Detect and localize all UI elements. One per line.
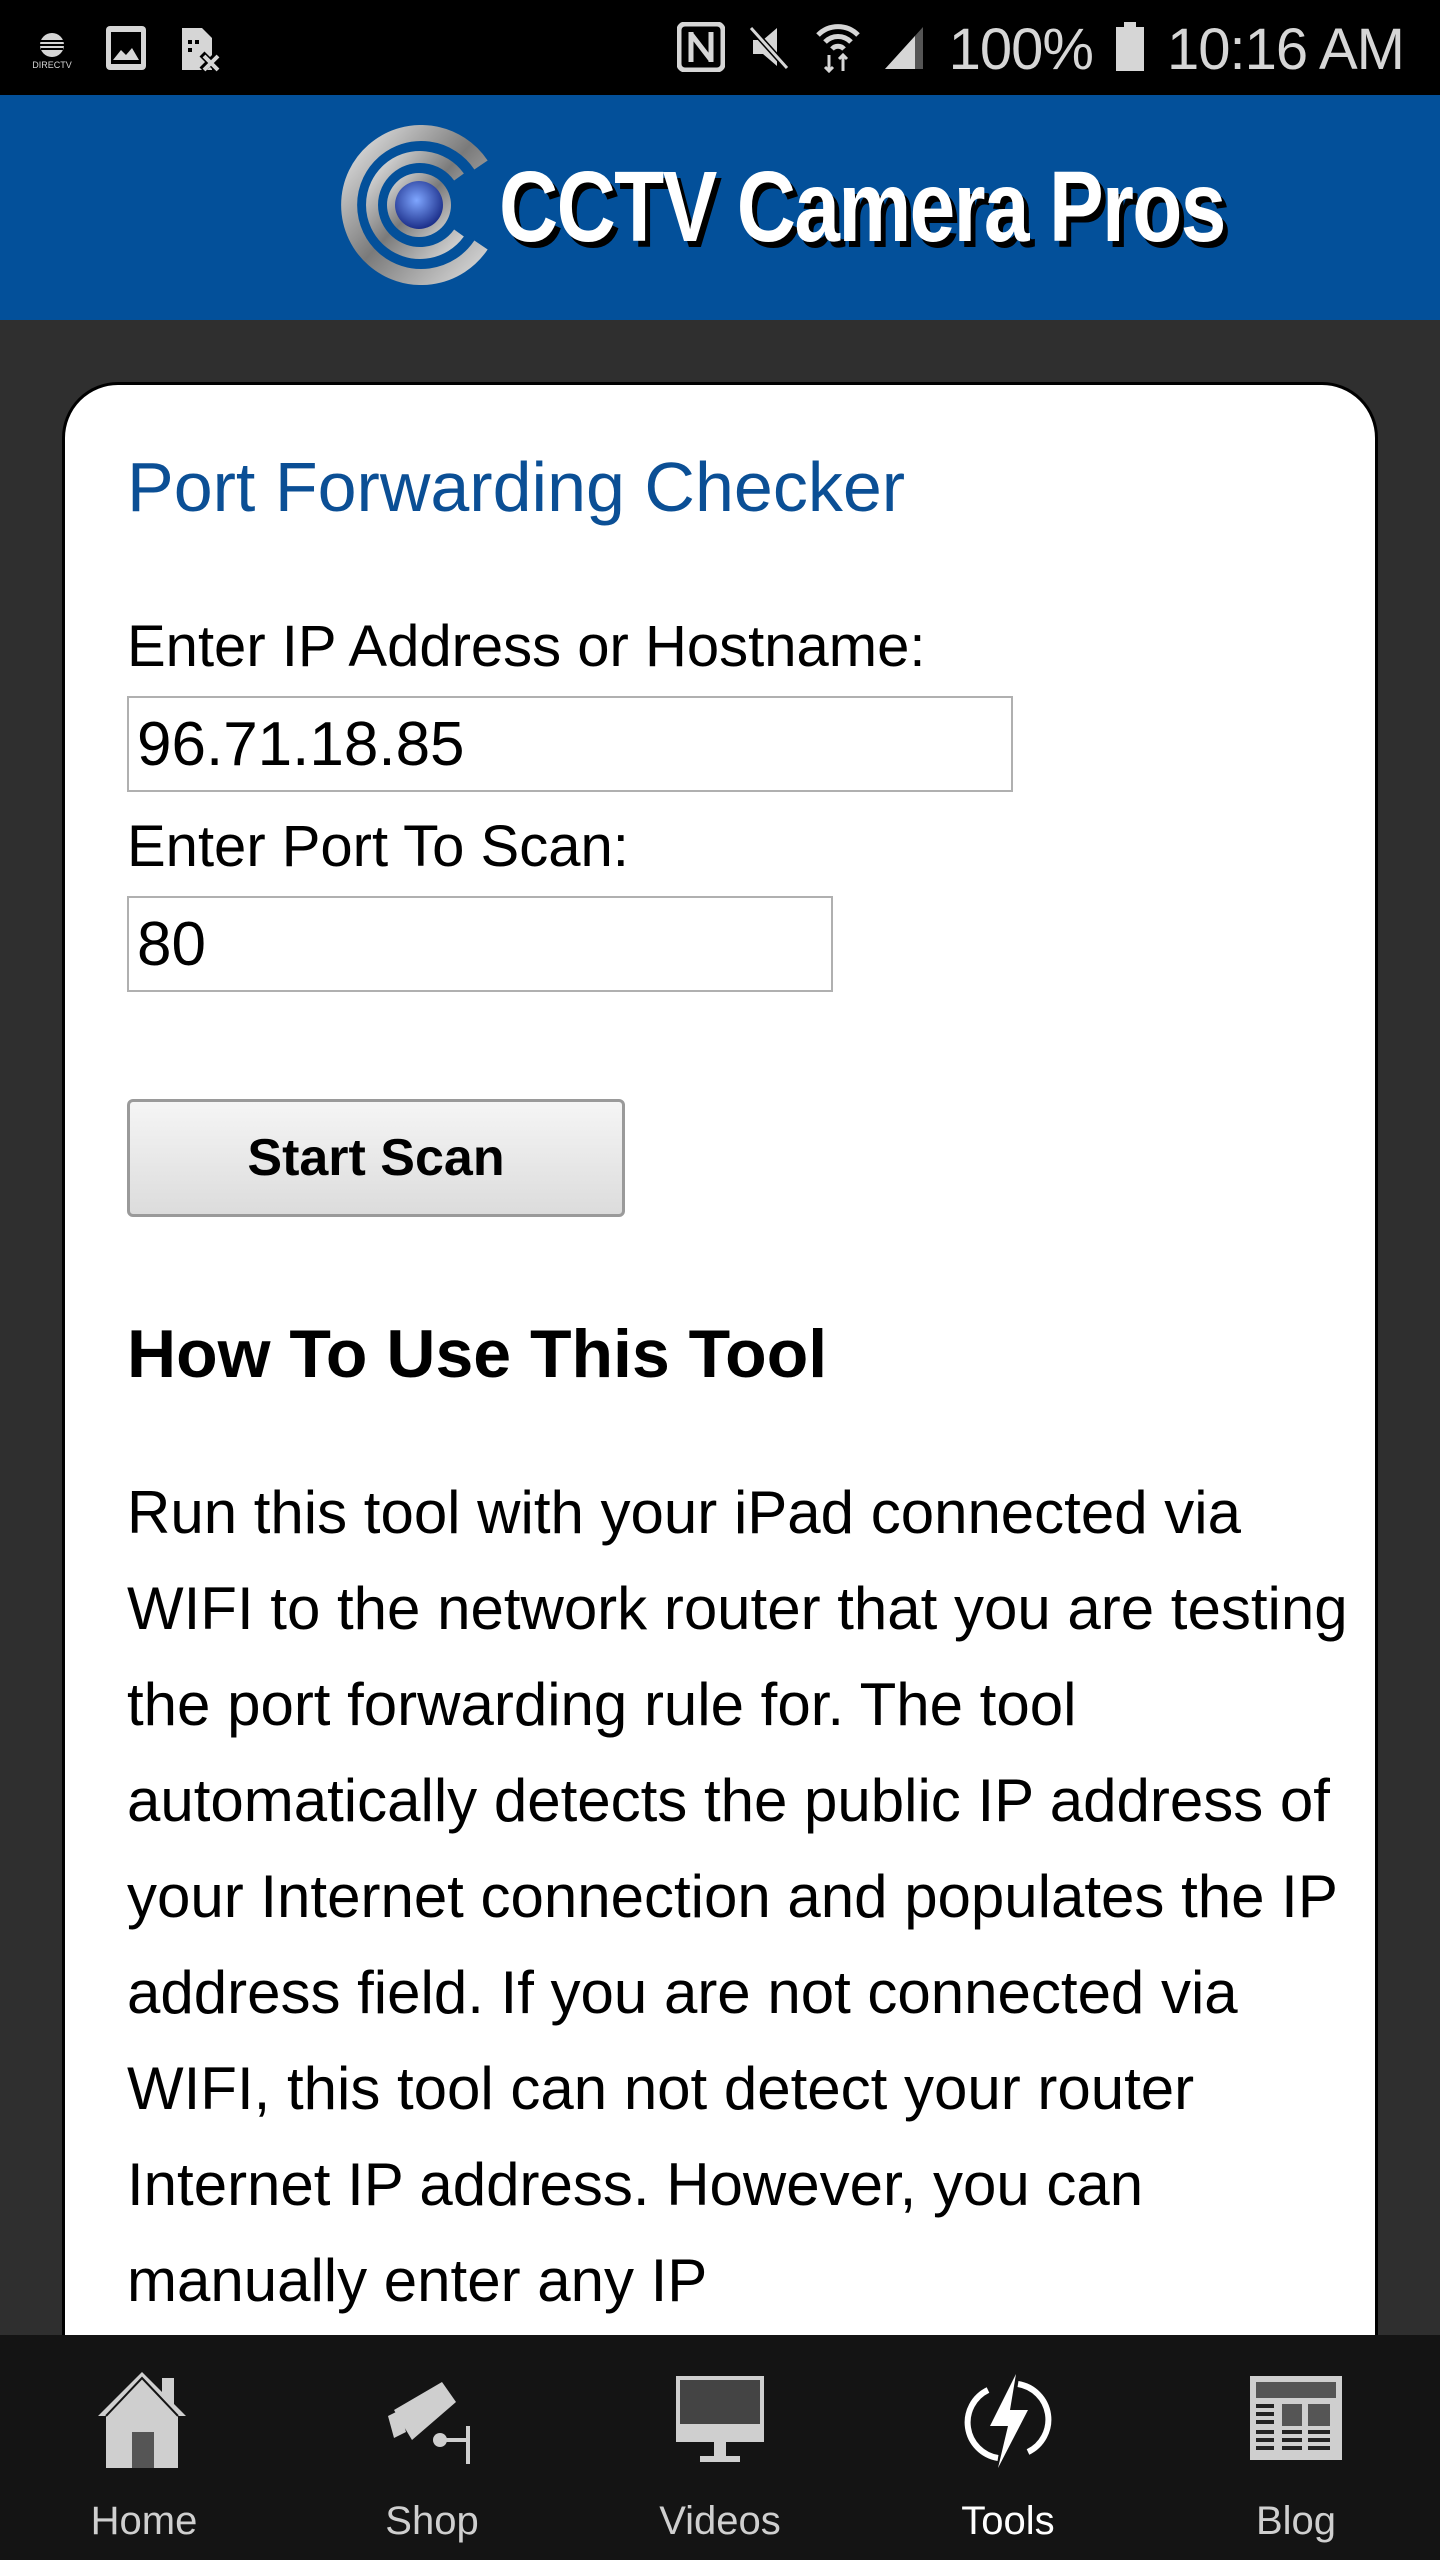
howto-text: Run this tool with your iPad connected v… — [127, 1479, 1348, 2314]
nav-label: Shop — [385, 2499, 479, 2543]
newspaper-icon — [1241, 2365, 1351, 2475]
port-input[interactable] — [127, 896, 833, 992]
nav-label: Blog — [1255, 2499, 1337, 2543]
nav-label: Tools — [961, 2499, 1055, 2543]
no-sim-icon — [178, 24, 222, 77]
clock: 10:16 AM — [1166, 16, 1405, 82]
battery-icon — [1115, 21, 1145, 77]
nav-label: Videos — [659, 2499, 781, 2543]
nav-label: Home — [90, 2499, 198, 2543]
brand-logo[interactable]: CCTV Camera Pros — [341, 125, 1226, 290]
nav-shop[interactable]: Shop — [288, 2335, 576, 2560]
signal-icon — [883, 23, 927, 76]
nav-videos[interactable]: Videos — [576, 2335, 864, 2560]
battery-percentage: 100% — [948, 16, 1094, 82]
app-header: CCTV Camera Pros — [0, 95, 1440, 320]
lightning-icon — [953, 2365, 1063, 2475]
nav-home[interactable]: Home — [0, 2335, 288, 2560]
status-bar: DIRECTV 100% 10:16 AM — [0, 0, 1440, 95]
gallery-icon — [104, 24, 148, 77]
wifi-icon — [815, 21, 861, 78]
start-scan-button[interactable]: Start Scan — [127, 1099, 625, 1217]
ip-address-input[interactable] — [127, 696, 1013, 792]
content-card: Port Forwarding Checker Enter IP Address… — [62, 382, 1378, 2488]
camera-lens-icon — [341, 125, 491, 290]
nav-tools[interactable]: Tools — [864, 2335, 1152, 2560]
howto-heading: How To Use This Tool — [127, 1316, 828, 1392]
bottom-nav: Home Shop Videos Tools Blog — [0, 2335, 1440, 2560]
home-icon — [89, 2365, 199, 2475]
monitor-icon — [665, 2365, 775, 2475]
nfc-icon — [676, 21, 726, 77]
page-title: Port Forwarding Checker — [127, 448, 906, 526]
security-camera-icon — [377, 2365, 487, 2475]
brand-name: CCTV Camera Pros — [499, 151, 1226, 263]
mute-icon — [747, 22, 793, 77]
port-label: Enter Port To Scan: — [127, 814, 629, 879]
att-directv-icon: DIRECTV — [30, 30, 74, 70]
ip-label: Enter IP Address or Hostname: — [127, 614, 926, 679]
nav-blog[interactable]: Blog — [1152, 2335, 1440, 2560]
